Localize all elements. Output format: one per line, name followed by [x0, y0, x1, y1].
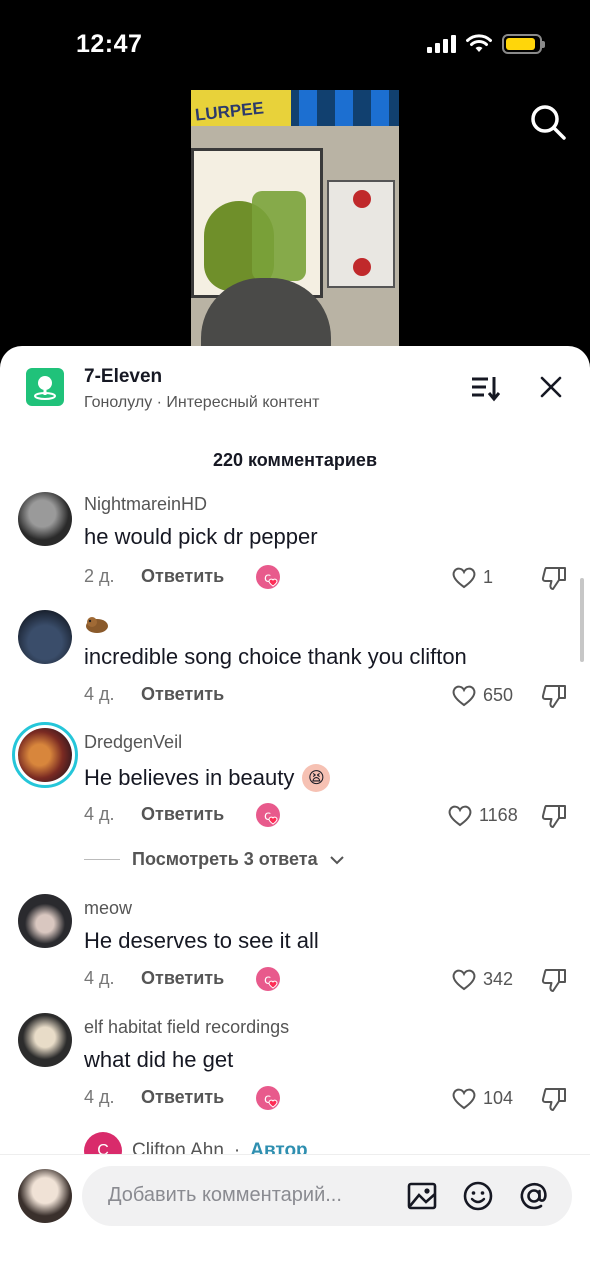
emoji-icon: 😫 — [302, 764, 331, 792]
avatar[interactable] — [18, 1013, 72, 1067]
avatar-story-ring[interactable] — [12, 722, 78, 788]
comment-input-bar: Добавить комментарий... — [0, 1154, 590, 1280]
avatar[interactable] — [18, 610, 72, 664]
comment-count: 220 комментариев — [212, 450, 378, 470]
place-name[interactable]: 7-Eleven — [84, 366, 162, 388]
like-button[interactable]: 650 — [451, 683, 513, 707]
avatar[interactable] — [18, 492, 72, 546]
wifi-icon — [466, 34, 492, 52]
image-icon[interactable] — [406, 1180, 438, 1212]
comments-sheet: 7-Eleven Гонолулу · Интересный контент 2… — [0, 346, 590, 1280]
comment-username[interactable]: NightmareinHD — [84, 494, 207, 515]
creator-liked-icon: c — [256, 1086, 280, 1110]
reply-button[interactable]: Ответить — [141, 1087, 224, 1108]
heart-icon — [448, 805, 472, 827]
mention-icon[interactable] — [518, 1180, 550, 1212]
view-replies-label[interactable]: Посмотреть 3 ответа — [132, 849, 318, 870]
avatar — [18, 728, 72, 782]
scrollbar[interactable] — [580, 578, 584, 662]
place-header[interactable]: 7-Eleven Гонолулу · Интересный контент — [0, 346, 590, 436]
comment-age: 4 д. — [84, 804, 115, 824]
like-count: 104 — [483, 1087, 514, 1108]
dislike-icon[interactable] — [540, 564, 568, 592]
comment-age: 4 д. — [84, 684, 115, 704]
comment-age: 4 д. — [84, 1087, 115, 1107]
comment-username[interactable]: meow — [84, 898, 132, 919]
sort-icon[interactable] — [470, 374, 500, 402]
current-user-avatar[interactable] — [18, 1169, 72, 1223]
reply-button[interactable]: Ответить — [141, 684, 224, 705]
reply-button[interactable]: Ответить — [141, 566, 224, 587]
dislike-icon[interactable] — [540, 682, 568, 710]
like-button[interactable]: 342 — [451, 967, 513, 991]
video-pickle-poster — [191, 148, 323, 298]
like-count: 1168 — [479, 804, 518, 825]
comment-input-placeholder: Добавить комментарий... — [108, 1184, 342, 1206]
battery-level — [506, 38, 535, 50]
creator-liked-icon: c — [256, 803, 280, 827]
heart-icon — [452, 567, 476, 589]
location-pin-icon — [26, 368, 64, 406]
battery-icon — [502, 34, 545, 54]
close-icon[interactable] — [538, 374, 564, 400]
status-time: 12:47 — [76, 30, 143, 58]
place-subtitle: Гонолулу · Интересный контент — [84, 394, 320, 411]
avatar[interactable] — [18, 894, 72, 948]
comment-username[interactable]: elf habitat field recordings — [84, 1017, 289, 1038]
comment-input[interactable]: Добавить комментарий... — [82, 1166, 572, 1226]
comment-text: what did he get — [84, 1047, 234, 1072]
creator-liked-icon: c — [256, 967, 280, 991]
like-button[interactable]: 1168 — [447, 803, 518, 827]
dislike-icon[interactable] — [540, 802, 568, 830]
comment-text-row: He believes in beauty 😫 — [84, 764, 331, 792]
heart-icon — [452, 1088, 476, 1110]
reply-button[interactable]: Ответить — [141, 804, 224, 825]
heart-icon — [452, 969, 476, 991]
like-button[interactable]: 104 — [451, 1086, 513, 1110]
view-replies-button[interactable]: Посмотреть 3 ответа — [84, 849, 344, 870]
signal-icon — [427, 35, 456, 53]
video-flavor-button — [353, 190, 371, 208]
comment-text: He deserves to see it all — [84, 928, 319, 953]
comment-text: He believes in beauty — [84, 765, 295, 790]
comment-text: he would pick dr pepper — [84, 524, 318, 549]
status-icons — [427, 34, 545, 54]
chevron-down-icon — [329, 855, 344, 864]
like-button[interactable]: 1 — [451, 565, 493, 589]
reply-button[interactable]: Ответить — [141, 968, 224, 989]
search-icon[interactable] — [528, 102, 568, 142]
otter-emoji-icon — [86, 617, 108, 633]
comment-age: 4 д. — [84, 968, 115, 988]
video-flavor-button — [353, 258, 371, 276]
dislike-icon[interactable] — [540, 966, 568, 994]
emoji-picker-icon[interactable] — [462, 1180, 494, 1212]
video-jar — [252, 191, 306, 281]
dislike-icon[interactable] — [540, 1085, 568, 1113]
creator-liked-icon: c — [256, 565, 280, 589]
like-count: 650 — [483, 684, 514, 705]
comment-username[interactable]: DredgenVeil — [84, 732, 182, 753]
video-thumbnail[interactable]: LURPEE — [191, 88, 399, 358]
video-flavor-panel — [327, 180, 395, 288]
like-count: 342 — [483, 968, 514, 989]
comment-age: 2 д. — [84, 566, 115, 586]
divider — [84, 859, 120, 860]
comment-text: incredible song choice thank you clifton — [84, 644, 467, 669]
heart-icon — [452, 685, 476, 707]
like-count: 1 — [483, 566, 494, 587]
status-bar: 12:47 — [0, 0, 590, 90]
